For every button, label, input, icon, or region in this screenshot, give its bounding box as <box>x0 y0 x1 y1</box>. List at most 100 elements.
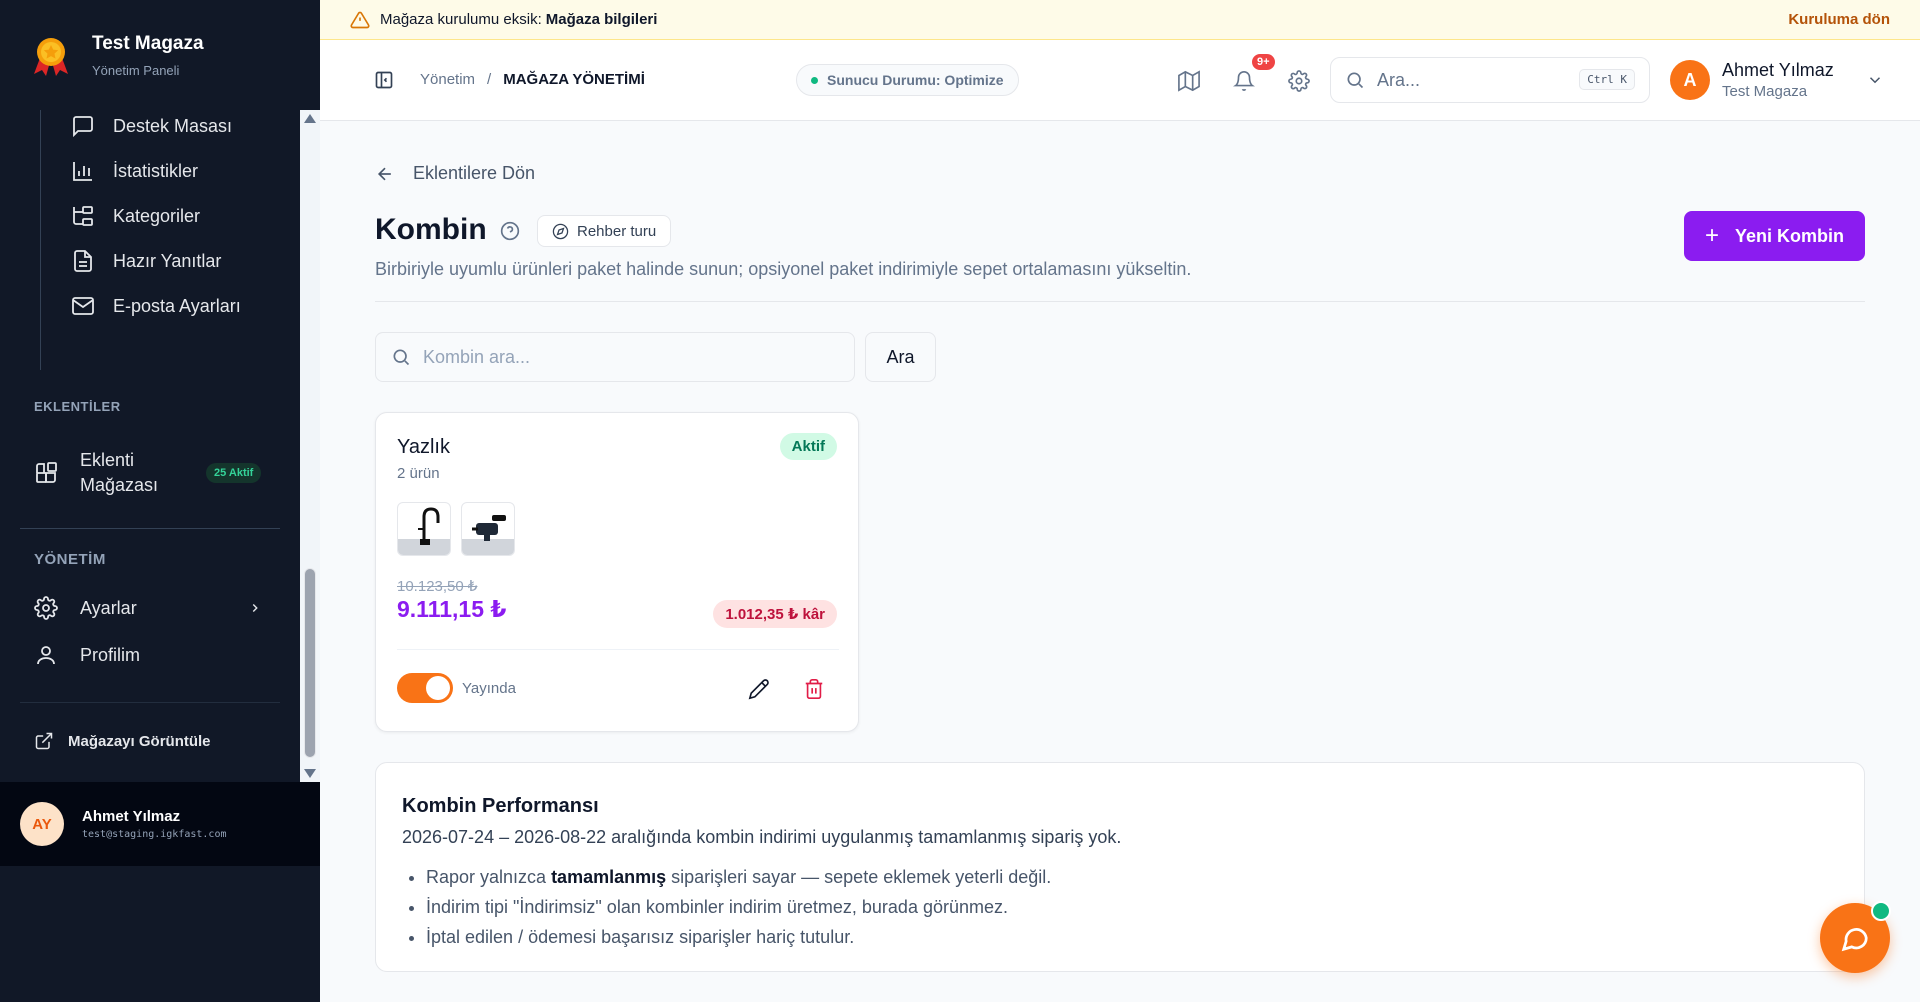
award-medal-icon <box>34 38 68 76</box>
new-combo-label: Yeni Kombin <box>1735 225 1845 246</box>
back-to-setup-link[interactable]: Kuruluma dön <box>1788 11 1890 28</box>
sidebar-item-label: Ayarlar <box>80 597 137 618</box>
plugin-store-label-line1: Eklenti <box>80 450 135 470</box>
breadcrumb-root[interactable]: Yönetim <box>420 71 475 88</box>
breadcrumb-current: MAĞAZA YÖNETİMİ <box>503 71 645 88</box>
external-link-icon <box>35 732 53 750</box>
sidebar-scrollbar[interactable] <box>300 110 320 782</box>
combo-card[interactable]: Yazlık 2 ürün Aktif 10.123,50 ₺ 9.111,15… <box>375 412 859 732</box>
list-item: İndirim tipi "İndirimsiz" olan kombinler… <box>426 897 1051 918</box>
sidebar-user[interactable]: AY Ahmet Yılmaz test@staging.igkfast.com <box>0 782 320 866</box>
banner-item[interactable]: Mağaza bilgileri <box>546 11 658 28</box>
sidebar-item-support-desk[interactable]: Destek Masası <box>71 114 232 138</box>
file-text-icon <box>74 250 92 272</box>
compass-icon <box>552 223 569 239</box>
new-combo-button[interactable]: + Yeni Kombin <box>1684 211 1865 261</box>
map-icon[interactable] <box>1178 70 1200 92</box>
publish-toggle[interactable] <box>397 673 453 703</box>
sidebar-divider <box>20 528 280 529</box>
combo-search-input[interactable]: Kombin ara... <box>375 332 855 382</box>
sidebar-item-categories[interactable]: Kategoriler <box>71 204 200 228</box>
sidebar-item-settings[interactable]: Ayarlar <box>34 596 137 620</box>
search-icon <box>393 349 410 366</box>
message-square-icon <box>73 116 93 138</box>
performance-notes: Rapor yalnızca tamamlanmış siparişleri s… <box>426 867 1051 957</box>
search-placeholder: Ara... <box>1377 69 1421 90</box>
notification-count-badge: 9+ <box>1250 52 1277 72</box>
sidebar-item-label: E-posta Ayarları <box>113 295 241 316</box>
gear-icon <box>34 596 58 620</box>
combo-product-count: 2 ürün <box>397 465 440 482</box>
trash-icon[interactable] <box>803 678 825 700</box>
search-shortcut-hint: Ctrl K <box>1579 69 1635 90</box>
note-text: Rapor yalnızca <box>426 867 552 887</box>
performance-description: 2026-07-24 – 2026-08-22 aralığında kombi… <box>402 827 1122 847</box>
combo-price: 9.111,15 ₺ <box>397 596 507 622</box>
chevron-right-icon[interactable] <box>248 601 262 615</box>
avatar: A <box>1670 60 1710 100</box>
card-divider <box>397 649 839 650</box>
back-to-plugins-link[interactable]: Eklentilere Dön <box>375 163 535 184</box>
edit-pencil-icon[interactable] <box>748 678 770 700</box>
sidebar-item-statistics[interactable]: İstatistikler <box>71 159 198 183</box>
list-item: Rapor yalnızca tamamlanmış siparişleri s… <box>426 867 1051 888</box>
brand-title: Test Magaza <box>92 32 204 54</box>
warning-triangle-icon <box>350 11 370 28</box>
user-menu[interactable]: A Ahmet Yılmaz Test Magaza <box>1670 60 1884 100</box>
sidebar-item-label: Kategoriler <box>113 205 201 226</box>
sidebar-toggle-icon[interactable] <box>374 70 394 90</box>
brand[interactable]: Test Magaza Yönetim Paneli <box>0 0 320 110</box>
page-subtitle: Birbiriyle uyumlu ürünleri paket halinde… <box>375 259 1192 279</box>
scroll-down-arrow[interactable] <box>304 769 316 778</box>
sidebar-item-canned-replies[interactable]: Hazır Yanıtlar <box>71 249 221 273</box>
view-store-link[interactable]: Mağazayı Görüntüle <box>34 731 211 751</box>
note-text: siparişleri sayar — sepete eklemek yeter… <box>666 867 1052 887</box>
sidebar-item-plugin-store[interactable]: Eklenti Mağazası <box>34 448 158 498</box>
faucet-image-icon <box>398 507 450 555</box>
user-email: test@staging.igkfast.com <box>82 829 227 840</box>
sidebar-nav: Destek Masası İstatistikler Kategoriler … <box>0 110 300 782</box>
search-button[interactable]: Ara <box>865 332 936 382</box>
plus-icon: + <box>1704 222 1719 249</box>
product-thumbnail-mixer <box>461 502 515 556</box>
brand-subtitle: Yönetim Paneli <box>92 62 180 78</box>
chat-online-indicator <box>1871 901 1891 921</box>
top-header: Yönetim / MAĞAZA YÖNETİMİ Sunucu Durumu:… <box>320 40 1920 121</box>
setup-warning-banner: Mağaza kurulumu eksik: Mağaza bilgileri … <box>320 0 1920 40</box>
combo-name: Yazlık <box>397 436 450 458</box>
banner-prefix: Mağaza kurulumu eksik: <box>380 11 542 28</box>
chevron-down-icon <box>1869 77 1880 84</box>
combo-search-placeholder: Kombin ara... <box>423 346 531 367</box>
user-name: Ahmet Yılmaz <box>82 808 181 825</box>
help-circle-icon[interactable] <box>500 221 520 241</box>
mail-icon <box>72 297 94 315</box>
section-label-admin: YÖNETİM <box>34 551 106 568</box>
plugin-active-badge: 25 Aktif <box>206 463 262 483</box>
gear-icon[interactable] <box>1288 70 1310 92</box>
product-thumbnail-faucet <box>397 502 451 556</box>
plugin-store-label-line2: Mağazası <box>80 475 159 495</box>
folder-tree-icon <box>73 206 93 226</box>
profit-badge: 1.012,35 ₺ kâr <box>713 600 837 628</box>
sidebar-item-label: Profilim <box>80 644 141 665</box>
sidebar-item-email-settings[interactable]: E-posta Ayarları <box>71 294 241 318</box>
user-name: Ahmet Yılmaz <box>1722 60 1834 80</box>
global-search-input[interactable]: Ara... Ctrl K <box>1330 57 1650 103</box>
list-item: İptal edilen / ödemesi başarısız sipariş… <box>426 927 1051 948</box>
sidebar-divider <box>20 702 280 703</box>
sidebar-item-label: Hazır Yanıtlar <box>113 250 222 271</box>
note-emphasis: tamamlanmış <box>551 867 667 887</box>
guide-tour-button[interactable]: Rehber turu <box>537 215 672 247</box>
combo-performance-panel: Kombin Performansı 2026-07-24 – 2026-08-… <box>375 762 1865 972</box>
original-price: 10.123,50 ₺ <box>397 578 478 595</box>
user-store: Test Magaza <box>1722 83 1808 100</box>
user-icon <box>37 646 55 665</box>
breadcrumb: Yönetim / MAĞAZA YÖNETİMİ <box>420 71 645 88</box>
scroll-up-arrow[interactable] <box>304 114 316 123</box>
arrow-left-icon <box>377 167 391 180</box>
bar-chart-icon <box>73 162 92 181</box>
sidebar-item-profile[interactable]: Profilim <box>34 643 140 667</box>
bell-icon[interactable] <box>1233 70 1255 92</box>
section-label-plugins: EKLENTİLER <box>34 399 121 414</box>
scrollbar-thumb[interactable] <box>304 568 316 758</box>
